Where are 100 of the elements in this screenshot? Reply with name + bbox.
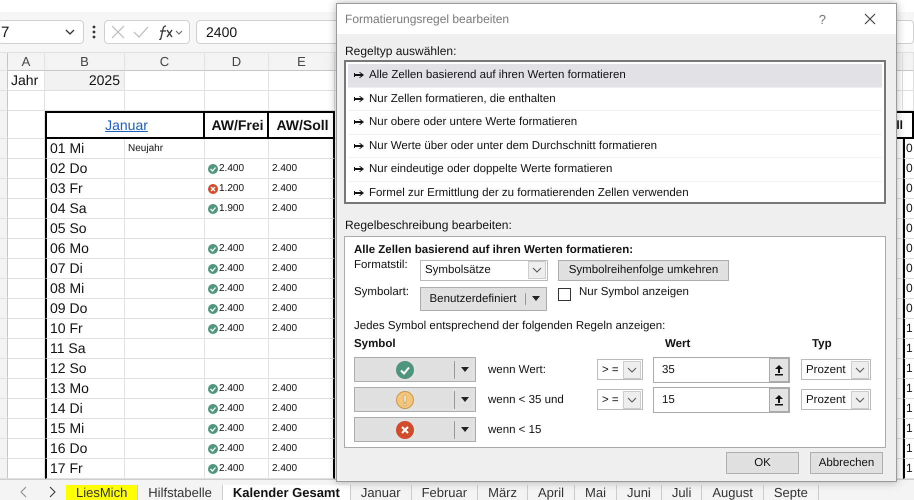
row-header[interactable] bbox=[0, 319, 8, 339]
chevron-down-icon bbox=[65, 29, 75, 35]
table-cell: 15 Mi bbox=[45, 419, 125, 439]
caret-icon bbox=[532, 296, 540, 301]
check-circle-icon bbox=[208, 304, 218, 314]
sheet-tab[interactable]: Juni bbox=[616, 485, 662, 500]
row-header[interactable] bbox=[0, 419, 8, 439]
sheet-tab[interactable]: Septe bbox=[764, 485, 819, 500]
cross-circle-icon bbox=[396, 420, 414, 438]
row-header[interactable] bbox=[0, 91, 8, 111]
sheet-tab[interactable]: Juli bbox=[662, 485, 702, 500]
check-icon[interactable] bbox=[133, 26, 149, 38]
row-header[interactable] bbox=[0, 111, 8, 139]
table-cell: 2.400 bbox=[205, 259, 269, 279]
table-cell: 2.400 bbox=[205, 399, 269, 419]
column-header[interactable]: C bbox=[125, 53, 205, 71]
collapse-icon[interactable] bbox=[769, 358, 789, 382]
table-cell bbox=[8, 439, 45, 459]
help-button[interactable]: ? bbox=[818, 12, 826, 26]
check-circle-icon bbox=[208, 244, 218, 254]
checkbox[interactable] bbox=[558, 288, 571, 301]
symbol-dropdown[interactable] bbox=[354, 357, 476, 382]
sheet-tab[interactable]: LiesMich bbox=[66, 485, 138, 500]
function-icon[interactable] bbox=[157, 24, 183, 40]
name-box[interactable]: 7 bbox=[0, 20, 84, 44]
row-header[interactable] bbox=[0, 399, 8, 419]
row-header[interactable] bbox=[0, 199, 8, 219]
column-heading: AW/Soll bbox=[269, 111, 335, 139]
row-header[interactable] bbox=[0, 279, 8, 299]
row-header[interactable] bbox=[0, 53, 8, 71]
table-cell: 09 Do bbox=[45, 299, 125, 319]
table-cell bbox=[269, 71, 335, 91]
sheet-tab[interactable]: Kalender Gesamt bbox=[222, 485, 351, 500]
table-cell bbox=[269, 91, 335, 111]
column-header[interactable] bbox=[903, 53, 914, 71]
row-header[interactable] bbox=[0, 159, 8, 179]
type-dropdown[interactable]: Prozent bbox=[801, 389, 871, 410]
rule-type-item[interactable]: Nur Werte über oder unter dem Durchschnitt formatieren bbox=[348, 134, 882, 158]
chevron-down-icon bbox=[623, 360, 641, 378]
icon-style-dropdown[interactable]: Benutzerdefiniert bbox=[420, 286, 547, 310]
previous-icon[interactable] bbox=[20, 486, 28, 498]
table-cell: 1.200 bbox=[205, 179, 269, 199]
row-header[interactable] bbox=[0, 259, 8, 279]
table-cell bbox=[903, 111, 914, 139]
cancel-icon[interactable] bbox=[111, 25, 125, 39]
arrow-icon bbox=[354, 119, 364, 126]
row-header[interactable] bbox=[0, 459, 8, 479]
row-header[interactable] bbox=[0, 299, 8, 319]
rule-type-item[interactable]: Alle Zellen basierend auf ihren Werten formatieren bbox=[348, 64, 882, 88]
table-cell bbox=[8, 199, 45, 219]
symbol-dropdown[interactable] bbox=[354, 387, 476, 412]
row-header[interactable] bbox=[0, 359, 8, 379]
value-field[interactable]: 15 bbox=[653, 386, 790, 412]
column-header[interactable]: A bbox=[8, 53, 45, 71]
operator-dropdown[interactable]: > = bbox=[597, 359, 643, 380]
row-header[interactable] bbox=[0, 139, 8, 159]
column-header[interactable]: D bbox=[205, 53, 269, 71]
table-cell: 0 bbox=[903, 179, 914, 199]
column-header[interactable]: B bbox=[45, 53, 125, 71]
sheet-tab[interactable]: März bbox=[478, 485, 528, 500]
reverse-order-button[interactable]: Symbolreihenfolge umkehren bbox=[558, 260, 729, 280]
arrow-icon bbox=[354, 72, 364, 78]
arrow-icon bbox=[354, 96, 364, 102]
rule-type-item[interactable]: Nur obere oder untere Werte formatieren bbox=[348, 111, 882, 134]
operator-dropdown[interactable]: > = bbox=[597, 389, 643, 410]
row-header[interactable] bbox=[0, 179, 8, 199]
row-header[interactable] bbox=[0, 379, 8, 399]
chevron-down-icon bbox=[623, 390, 641, 408]
close-icon[interactable] bbox=[864, 13, 876, 25]
table-cell bbox=[205, 91, 269, 111]
column-heading: AW/Frei bbox=[205, 111, 269, 139]
table-cell bbox=[903, 71, 914, 91]
rule-type-item[interactable]: Nur eindeutige oder doppelte Werte formatieren bbox=[348, 158, 882, 182]
sheet-tab[interactable]: April bbox=[528, 485, 576, 500]
ok-button[interactable]: OK bbox=[726, 452, 799, 474]
rule-type-item[interactable]: Nur Zellen formatieren, die enthalten bbox=[348, 88, 882, 111]
caret-icon bbox=[461, 397, 469, 402]
symbol-dropdown[interactable] bbox=[354, 417, 476, 442]
collapse-icon[interactable] bbox=[769, 388, 789, 412]
sheet-tab[interactable]: Januar bbox=[350, 485, 412, 500]
sheet-tab[interactable]: Mai bbox=[575, 485, 617, 500]
condition-label: wenn < 35 und bbox=[487, 394, 565, 406]
table-cell: Neujahr bbox=[125, 139, 205, 159]
caret-icon bbox=[461, 427, 469, 432]
row-header[interactable] bbox=[0, 239, 8, 259]
format-style-dropdown[interactable]: Symbolsätze bbox=[420, 260, 548, 280]
rule-type-item[interactable]: Formel zur Ermittlung der zu formatierenden Zellen verwenden bbox=[348, 182, 882, 205]
more-icon[interactable] bbox=[92, 25, 96, 39]
value-field[interactable]: 35 bbox=[653, 356, 790, 382]
row-header[interactable] bbox=[0, 219, 8, 239]
month-link[interactable]: Januar bbox=[105, 117, 148, 133]
sheet-tab[interactable]: August bbox=[702, 485, 764, 500]
next-icon[interactable] bbox=[48, 486, 56, 498]
type-dropdown[interactable]: Prozent bbox=[801, 359, 871, 380]
row-header[interactable] bbox=[0, 339, 8, 359]
row-header[interactable] bbox=[0, 71, 8, 91]
sheet-tab[interactable]: Februar bbox=[412, 485, 478, 500]
cancel-button[interactable]: Abbrechen bbox=[810, 452, 883, 474]
row-header[interactable] bbox=[0, 439, 8, 459]
column-header[interactable]: E bbox=[269, 53, 335, 71]
